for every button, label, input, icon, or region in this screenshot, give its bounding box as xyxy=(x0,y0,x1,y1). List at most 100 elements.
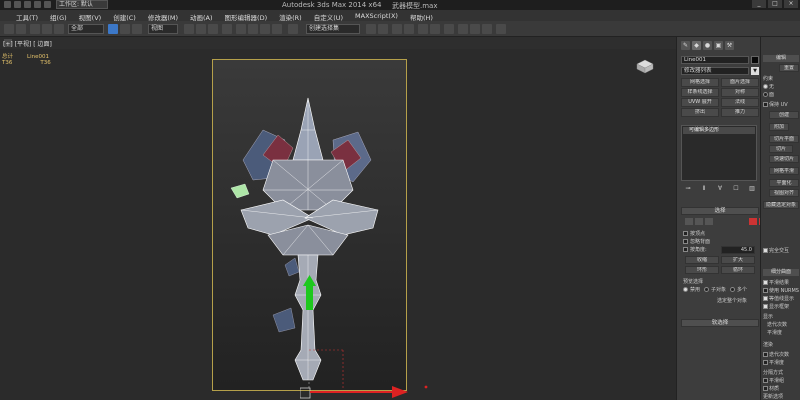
full-interactivity-option[interactable]: 完全交互 xyxy=(763,247,789,254)
rect-select-region-icon[interactable] xyxy=(132,24,142,34)
uvw-unwrap-button[interactable]: UVW 展开 xyxy=(681,98,719,107)
symmetry-button[interactable]: 对称 xyxy=(721,88,759,97)
repeat-last-button[interactable]: 重置 xyxy=(779,64,799,72)
select-object-icon[interactable] xyxy=(108,24,118,34)
extrude-button[interactable]: 挤出 xyxy=(681,108,719,117)
menu-rendering[interactable]: 渲染(R) xyxy=(273,10,308,22)
object-color-swatch[interactable] xyxy=(751,56,759,64)
menu-views[interactable]: 视图(V) xyxy=(73,10,108,22)
attach-button[interactable]: 附加 xyxy=(769,123,789,131)
render-setup-icon[interactable] xyxy=(458,24,468,34)
teapot-render-icon[interactable] xyxy=(496,24,506,34)
redo-tool-icon[interactable] xyxy=(16,24,26,34)
curve-editor-icon[interactable] xyxy=(418,24,428,34)
loop-button[interactable]: 循环 xyxy=(721,266,755,274)
maximize-button[interactable]: □ xyxy=(768,0,782,8)
remove-modifier-icon[interactable]: ☐ xyxy=(731,185,741,193)
menu-group[interactable]: 组(G) xyxy=(44,10,73,22)
open-file-icon[interactable] xyxy=(24,1,31,8)
gizmo-x-axis[interactable] xyxy=(300,380,440,400)
push-button[interactable]: 推力 xyxy=(721,108,759,117)
isoline-display-option[interactable]: 等值线显示 xyxy=(763,295,794,302)
menu-maxscript[interactable]: MAXScript(X) xyxy=(349,10,404,21)
materials-option[interactable]: 材质 xyxy=(763,385,779,392)
graphite-toggle-icon[interactable] xyxy=(404,24,414,34)
subobject-radio[interactable] xyxy=(704,287,710,292)
soft-selection-rollout-title[interactable]: 软选择 xyxy=(681,319,759,327)
selection-rollout-title[interactable]: 选择 xyxy=(681,207,759,215)
rendered-frame-icon[interactable] xyxy=(470,24,480,34)
slice-plane-button[interactable]: 切片平面 xyxy=(769,135,799,143)
shrink-button[interactable]: 收缩 xyxy=(685,256,719,264)
app-menu-icon[interactable] xyxy=(4,1,11,8)
meshsmooth-button[interactable]: 网格平滑 xyxy=(769,167,799,175)
select-by-name-icon[interactable] xyxy=(120,24,130,34)
preserve-uv-option[interactable]: 保持 UV xyxy=(763,101,788,108)
hide-selected-button[interactable]: 隐藏选定对象 xyxy=(763,201,799,209)
vertex-level-icon[interactable] xyxy=(685,218,693,225)
align-icon[interactable] xyxy=(378,24,388,34)
view-align-button[interactable]: 视图对齐 xyxy=(769,189,799,197)
patch-select-button[interactable]: 面片选择 xyxy=(721,78,759,87)
slice-button[interactable]: 切片 xyxy=(769,145,793,153)
iterations-render-option[interactable]: 迭代次数 xyxy=(763,351,789,358)
menu-customize[interactable]: 自定义(U) xyxy=(308,10,349,22)
angle-value-field[interactable]: 45.0 xyxy=(721,246,755,254)
move-icon[interactable] xyxy=(184,24,194,34)
modifier-list-dropdown[interactable]: 修改器列表 xyxy=(681,67,749,75)
gizmo-x-arrow-icon[interactable] xyxy=(392,386,408,398)
layer-manager-icon[interactable] xyxy=(392,24,402,34)
create-tab-icon[interactable]: ✎ xyxy=(681,41,690,50)
staff-model[interactable] xyxy=(213,60,407,391)
by-vertex-option[interactable]: 按顶点 xyxy=(683,230,705,237)
edit-geometry-title[interactable]: 编辑 xyxy=(763,55,799,62)
modifier-stack[interactable]: 可编辑多边形 xyxy=(681,125,757,181)
save-file-icon[interactable] xyxy=(34,1,41,8)
modify-tab-icon[interactable]: ◆ xyxy=(692,41,701,50)
scale-icon[interactable] xyxy=(208,24,218,34)
disabled-radio[interactable] xyxy=(683,287,688,292)
spline-select-button[interactable]: 样条线选择 xyxy=(681,88,719,97)
smoothing-groups-option[interactable]: 平滑组 xyxy=(763,377,784,384)
workspace-dropdown[interactable]: 工作区: 默认 xyxy=(56,0,108,9)
quickslice-button[interactable]: 快速切片 xyxy=(769,155,799,163)
menu-graph-editors[interactable]: 图形编辑器(D) xyxy=(219,10,274,22)
utilities-tab-icon[interactable]: ⚒ xyxy=(725,41,734,50)
edge-level-icon[interactable] xyxy=(695,218,703,225)
grow-button[interactable]: 扩大 xyxy=(721,256,755,264)
unlink-icon[interactable] xyxy=(42,24,52,34)
rotate-icon[interactable] xyxy=(196,24,206,34)
render-production-icon[interactable] xyxy=(482,24,492,34)
close-button[interactable]: × xyxy=(784,0,798,8)
gizmo-y-axis[interactable] xyxy=(306,282,313,310)
link-icon[interactable] xyxy=(30,24,40,34)
pin-stack-icon[interactable]: ⊸ xyxy=(683,185,693,193)
modifier-list-arrow-icon[interactable]: ▼ xyxy=(751,67,759,75)
named-selection-dropdown[interactable]: 创建选择集 xyxy=(306,24,360,34)
mesh-select-button[interactable]: 网格选择 xyxy=(681,78,719,87)
stack-item-editable-poly[interactable]: 可编辑多边形 xyxy=(683,127,755,134)
show-cage-option[interactable]: 显示框架 xyxy=(763,303,789,310)
motion-tab-icon[interactable]: ▣ xyxy=(714,41,723,50)
by-angle-option[interactable]: 按角度: xyxy=(683,246,707,253)
schematic-view-icon[interactable] xyxy=(430,24,440,34)
constraint-face-option[interactable]: 面 xyxy=(763,91,774,98)
undo-icon[interactable] xyxy=(44,1,51,8)
use-nurms-option[interactable]: 使用 NURMS xyxy=(763,287,799,294)
snap-icon[interactable] xyxy=(236,24,246,34)
material-editor-icon[interactable] xyxy=(444,24,454,34)
pivot-center-icon[interactable] xyxy=(222,24,232,34)
planarize-button[interactable]: 平面化 xyxy=(769,179,799,187)
new-file-icon[interactable] xyxy=(14,1,21,8)
spinner-snap-icon[interactable] xyxy=(272,24,282,34)
show-end-result-icon[interactable]: Ⅱ xyxy=(699,185,709,193)
create-button[interactable]: 创建 xyxy=(769,111,799,119)
percent-snap-icon[interactable] xyxy=(260,24,270,34)
subdivision-surface-title[interactable]: 细分曲面 xyxy=(763,269,799,276)
ring-button[interactable]: 环形 xyxy=(685,266,719,274)
polygon-level-icon[interactable] xyxy=(749,218,757,225)
object-name-field[interactable]: Line001 xyxy=(681,56,749,64)
selection-filter-dropdown[interactable]: 全部 xyxy=(68,24,104,34)
menu-modifiers[interactable]: 修改器(M) xyxy=(142,10,184,22)
constraint-none-option[interactable]: 无 xyxy=(763,83,774,90)
